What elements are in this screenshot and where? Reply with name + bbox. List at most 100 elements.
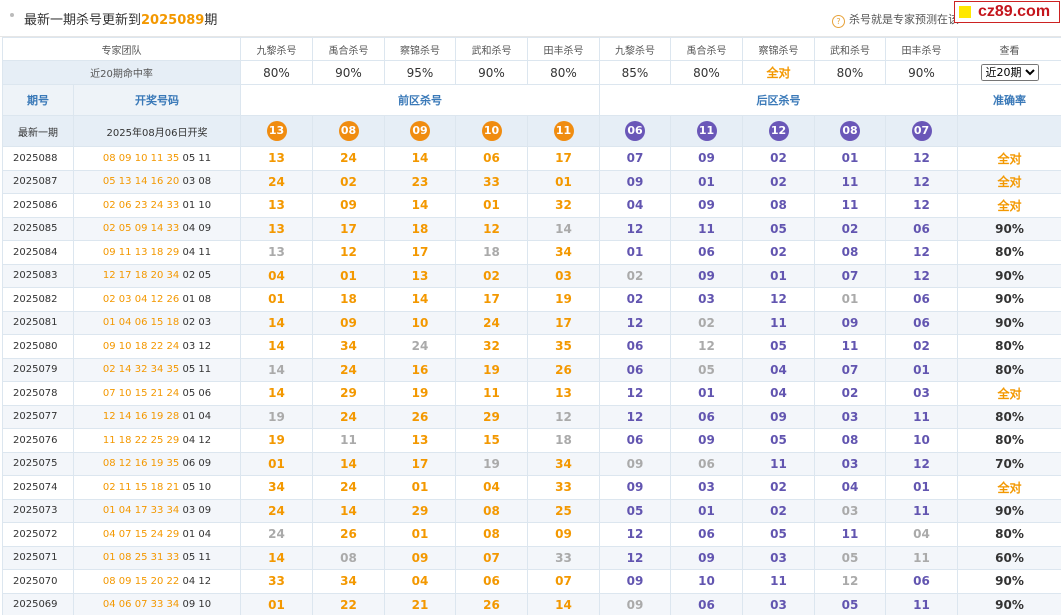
front-kill-cell: 19 xyxy=(455,357,528,382)
accuracy-cell: 80% xyxy=(957,428,1061,453)
table-row: 2025070 08 09 15 20 22 04 12 33 34 04 06 07 09 1… xyxy=(2,569,1061,594)
front-kill-cell: 32 xyxy=(455,334,528,359)
table-row: 2025076 11 18 22 25 29 04 12 19 11 13 15 18 06 0… xyxy=(2,428,1061,453)
draw-numbers-cell: 04 06 07 33 34 09 10 xyxy=(73,592,241,615)
draw-back-number: 05 xyxy=(198,270,212,282)
front-kill-cell: 33 xyxy=(527,545,600,570)
draw-front-number: 23 xyxy=(134,199,148,211)
draw-numbers-cell: 01 04 06 15 18 02 03 xyxy=(73,310,241,335)
brand-logo[interactable]: cz89.com xyxy=(954,1,1060,23)
draw-numbers-cell: 11 18 22 25 29 04 12 xyxy=(73,428,241,453)
draw-front-number: 01 xyxy=(102,552,116,564)
table-row: 2025085 02 05 09 14 33 04 09 13 17 18 12 14 12 1… xyxy=(2,216,1061,241)
period-cell: 2025077 xyxy=(2,404,74,429)
back-kill-cell: 09 xyxy=(814,310,886,335)
front-kill-cell: 14 xyxy=(384,193,456,218)
draw-numbers-cell: 08 09 10 11 35 05 11 xyxy=(73,146,241,171)
draw-front-number: 35 xyxy=(166,458,180,470)
front-kill-cell: 08 xyxy=(312,545,385,570)
draw-front-number: 17 xyxy=(118,270,132,282)
period-cell: 2025078 xyxy=(2,381,74,406)
draw-front-number: 03 xyxy=(118,293,132,305)
front-kill-cell: 13 xyxy=(384,263,456,288)
period-range-select[interactable]: 近20期 xyxy=(980,64,1039,81)
front-kill-cell: 15 xyxy=(455,428,528,453)
expert-name: 田丰杀号 xyxy=(885,37,958,61)
draw-front-number: 31 xyxy=(150,552,164,564)
hit-rate-value: 90% xyxy=(312,60,385,85)
draw-front-number: 15 xyxy=(134,481,148,493)
front-kill-cell: 25 xyxy=(527,498,600,523)
accuracy-cell: 90% xyxy=(957,592,1061,615)
draw-back-number: 12 xyxy=(198,434,212,446)
draw-front-number: 11 xyxy=(118,246,132,258)
draw-numbers-cell: 08 09 15 20 22 04 12 xyxy=(73,569,241,594)
draw-numbers-cell: 01 04 17 33 34 03 09 xyxy=(73,498,241,523)
draw-front-number: 29 xyxy=(166,528,180,540)
front-kill-cell: 33 xyxy=(527,475,600,500)
draw-front-number: 08 xyxy=(118,552,132,564)
back-kill-cell: 09 xyxy=(742,404,815,429)
draw-front-number: 35 xyxy=(166,364,180,376)
draw-back-number: 05 xyxy=(182,152,196,164)
period-cell: 2025074 xyxy=(2,475,74,500)
front-kill-cell: 02 xyxy=(312,169,385,194)
front-kill-cell: 14 xyxy=(527,592,600,615)
table-row: 2025086 02 06 23 24 33 01 10 13 09 14 01 32 04 0… xyxy=(2,193,1061,218)
accuracy-cell: 全对 xyxy=(957,475,1061,500)
back-kill-cell: 11 xyxy=(885,498,958,523)
title-prefix: 最新一期杀号更新到 xyxy=(24,13,142,28)
back-kill-ball: 07 xyxy=(911,121,932,141)
draw-back-number: 01 xyxy=(182,411,196,423)
accuracy-cell: 90% xyxy=(957,310,1061,335)
draw-front-number: 25 xyxy=(150,434,164,446)
draw-front-number: 22 xyxy=(150,340,164,352)
back-kill-cell: 08 xyxy=(814,240,886,265)
draw-front-number: 15 xyxy=(134,387,148,399)
back-kill-cell: 12 xyxy=(599,522,671,547)
accuracy-cell: 80% xyxy=(957,404,1061,429)
back-kill-cell: 03 xyxy=(742,545,815,570)
draw-front-number: 04 xyxy=(134,293,148,305)
draw-front-number: 33 xyxy=(150,505,164,517)
accuracy-cell: 90% xyxy=(957,287,1061,312)
front-kill-cell: 17 xyxy=(312,216,385,241)
front-kill-cell: 14 xyxy=(240,357,313,382)
back-kill-cell: 04 xyxy=(742,381,815,406)
draw-back-number: 08 xyxy=(198,176,212,188)
draw-front-number: 22 xyxy=(134,434,148,446)
back-kill-cell: 05 xyxy=(599,498,671,523)
accuracy-cell: 全对 xyxy=(957,169,1061,194)
back-kill-cell: 02 xyxy=(814,381,886,406)
back-kill-cell: 09 xyxy=(670,193,743,218)
draw-back-number: 11 xyxy=(198,246,212,258)
draw-back-number: 09 xyxy=(182,599,196,611)
back-kill-cell: 11 xyxy=(885,592,958,615)
period-cell: 2025086 xyxy=(2,193,74,218)
front-kill-cell: 13 xyxy=(240,240,313,265)
front-kill-ball: 09 xyxy=(410,121,430,141)
back-kill-cell: 09 xyxy=(599,569,671,594)
draw-back-number: 09 xyxy=(198,505,212,517)
back-kill-cell: 11 xyxy=(814,522,886,547)
front-kill-cell: 12 xyxy=(527,404,600,429)
draw-front-number: 13 xyxy=(134,246,148,258)
back-kill-cell: 06 xyxy=(885,310,958,335)
draw-front-number: 14 xyxy=(118,364,132,376)
front-kill-cell: 24 xyxy=(240,498,313,523)
draw-back-number: 05 xyxy=(182,552,196,564)
front-kill-ball: 11 xyxy=(553,121,574,141)
back-kill-cell: 09 xyxy=(599,451,671,476)
back-kill-cell: 02 xyxy=(742,240,815,265)
back-kill-cell: 01 xyxy=(885,357,958,382)
accuracy-cell: 80% xyxy=(957,357,1061,382)
back-kill-cell: 01 xyxy=(814,287,886,312)
draw-back-number: 01 xyxy=(182,293,196,305)
front-kill-cell: 24 xyxy=(240,522,313,547)
table-row: 2025082 02 03 04 12 26 01 08 01 18 14 17 19 02 0… xyxy=(2,287,1061,312)
column-header-row: 期号 开奖号码 前区杀号 后区杀号 准确率 xyxy=(2,84,1061,116)
hit-rate-value: 95% xyxy=(384,60,456,85)
draw-front-number: 33 xyxy=(166,223,180,235)
draw-back-number: 04 xyxy=(182,575,196,587)
front-kill-cell: 01 xyxy=(527,169,600,194)
